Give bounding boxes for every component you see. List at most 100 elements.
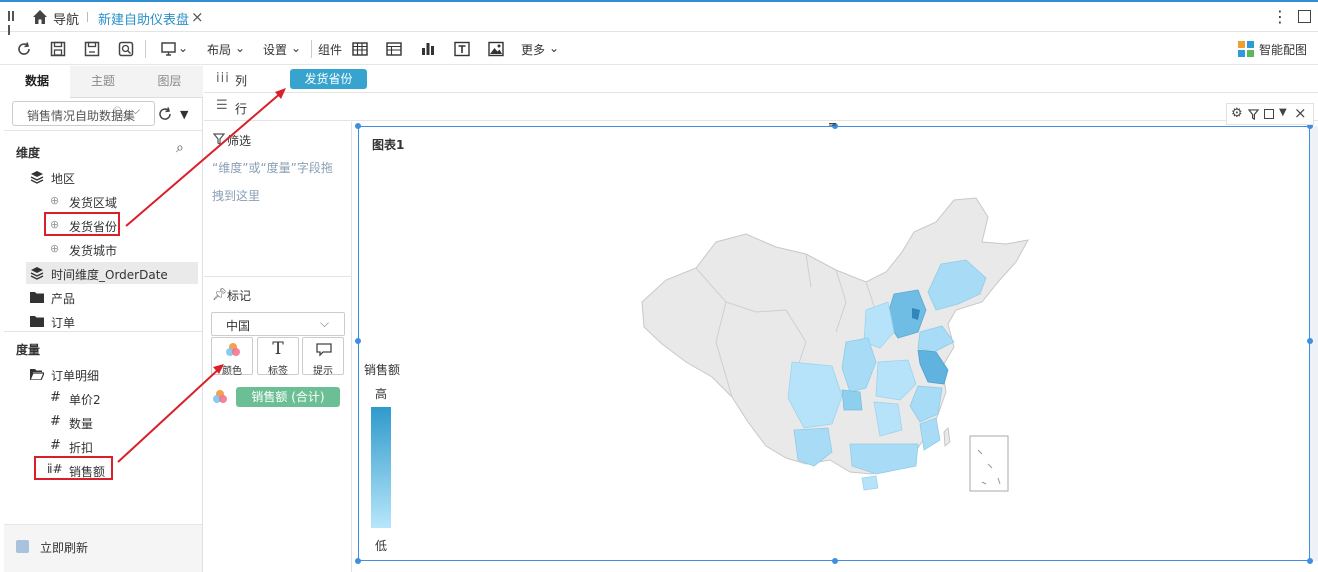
maximize-icon[interactable] <box>1264 109 1274 119</box>
gear-icon[interactable]: ⚙ <box>1231 106 1243 121</box>
measure-header: 度量 <box>16 343 41 357</box>
tree-item-unit-price[interactable]: 单价2 <box>69 391 101 408</box>
color-button-label: 颜色 <box>222 366 242 377</box>
divider <box>4 130 203 131</box>
resize-handle[interactable] <box>355 338 361 344</box>
globe-icon: ⊕ <box>50 218 60 231</box>
tree-item-time-dimension[interactable]: 时间维度_OrderDate <box>51 266 168 283</box>
toolbar-divider <box>311 40 312 58</box>
close-icon[interactable]: × <box>191 8 204 26</box>
nav-tab-label[interactable]: 导航 <box>53 9 79 28</box>
divider <box>204 276 352 277</box>
tooltip-button-label: 提示 <box>313 366 333 377</box>
search-icon[interactable]: ⌕ <box>176 140 184 156</box>
maximize-icon[interactable] <box>1298 10 1311 23</box>
resize-handle[interactable] <box>1307 338 1313 344</box>
rows-icon: ☰ <box>216 98 228 113</box>
columns-label: 列 <box>235 74 248 88</box>
drag-handle-icon[interactable]: ═ <box>829 119 836 130</box>
crosstab-icon[interactable] <box>385 40 403 58</box>
save-as-icon[interactable] <box>83 40 101 58</box>
image-icon[interactable] <box>487 40 505 58</box>
filter-drop-hint[interactable]: “维度”或“度量”字段拖拽到这里 <box>212 154 342 210</box>
chevron-down-icon[interactable]: ⌄ <box>235 41 245 55</box>
refresh-icon[interactable] <box>15 40 33 58</box>
layers-icon <box>30 171 44 184</box>
settings-menu[interactable]: 设置 <box>263 41 287 58</box>
close-icon[interactable]: × <box>1294 104 1307 122</box>
tree-item-quantity[interactable]: 数量 <box>69 415 93 432</box>
tree-item-region[interactable]: 地区 <box>51 170 75 187</box>
more-menu[interactable]: 更多 <box>521 41 545 58</box>
tooltip-icon <box>316 343 332 357</box>
filter-icon <box>213 133 225 145</box>
tab-theme[interactable]: 主题 <box>70 66 136 98</box>
legend-gradient-bar[interactable] <box>371 407 391 528</box>
layout-menu[interactable]: 布局 <box>207 41 231 58</box>
table-icon[interactable] <box>351 40 369 58</box>
chart-title: 图表1 <box>372 138 405 152</box>
smart-chart-icon[interactable] <box>1238 41 1254 57</box>
instant-refresh-checkbox[interactable] <box>16 540 29 553</box>
globe-icon: ⊕ <box>50 242 60 255</box>
data-panel: 数据 主题 图层 销售情况自助数据集 🔍︎ ⌵ ▼ 维度 ⌕ 地区 ⊕ 发货区域… <box>4 66 203 572</box>
component-controls: ⚙ ▼ × <box>1226 103 1314 125</box>
smart-chart-button[interactable]: 智能配图 <box>1259 41 1307 58</box>
toolbar: ⌄ 布局 ⌄ 设置 ⌄ 组件 更多 ⌄ 智能配图 <box>0 33 1318 65</box>
dropdown-arrow-icon[interactable]: ▼ <box>180 108 188 121</box>
resize-handle[interactable] <box>1307 558 1313 564</box>
resize-handle[interactable] <box>832 558 838 564</box>
more-vertical-icon[interactable]: ⋮ <box>1272 7 1288 26</box>
color-icon <box>213 390 227 403</box>
chevron-down-icon[interactable]: ⌄ <box>549 41 559 55</box>
tree-item-sales[interactable]: 销售额 <box>69 463 105 480</box>
tooltip-button[interactable]: 提示 <box>302 337 344 377</box>
tab-new-dashboard[interactable]: 新建自助仪表盘 <box>98 9 189 28</box>
resize-handle[interactable] <box>355 558 361 564</box>
dropdown-arrow-icon[interactable]: ▼ <box>1279 107 1287 118</box>
rows-shelf[interactable] <box>204 93 1318 121</box>
tab-layers[interactable]: 图层 <box>136 66 203 98</box>
chevron-down-icon[interactable]: ⌵ <box>320 316 329 331</box>
color-button[interactable]: 颜色 <box>211 337 253 377</box>
text-box-icon[interactable] <box>453 40 471 58</box>
filter-title: 筛选 <box>227 134 252 148</box>
home-icon[interactable] <box>32 9 48 25</box>
display-icon[interactable] <box>160 40 178 58</box>
resize-handle[interactable] <box>355 123 361 129</box>
divider <box>4 331 203 332</box>
toolbar-divider <box>145 40 146 58</box>
search-icon[interactable]: 🔍︎ <box>112 106 126 119</box>
tree-item-order-detail[interactable]: 订单明细 <box>51 367 99 384</box>
columns-shelf[interactable] <box>204 65 1318 93</box>
tree-item-product[interactable]: 产品 <box>51 290 75 307</box>
south-china-sea-inset <box>969 435 1009 492</box>
tab-divider <box>87 12 88 22</box>
measure-pill-sales-sum[interactable]: 销售额 (合计) <box>236 387 340 407</box>
map-region-base <box>641 197 1029 475</box>
china-map[interactable] <box>636 192 1036 522</box>
tree-item-order[interactable]: 订单 <box>51 314 75 331</box>
map-region-hainan <box>861 475 879 491</box>
dimension-header: 维度 <box>16 146 41 160</box>
tree-item-ship-area[interactable]: 发货区域 <box>69 194 117 211</box>
column-pill-ship-province[interactable]: 发货省份 <box>290 69 367 89</box>
chevron-down-icon[interactable]: ⌵ <box>131 103 140 118</box>
folder-icon <box>30 292 44 303</box>
bar-chart-icon[interactable] <box>419 40 437 58</box>
filter-icon[interactable] <box>1248 109 1259 120</box>
refresh-icon[interactable] <box>157 106 173 122</box>
chevron-down-icon[interactable]: ⌄ <box>178 41 188 55</box>
tree-item-ship-province[interactable]: 发货省份 <box>69 218 117 235</box>
tab-data[interactable]: 数据 <box>4 66 70 98</box>
label-button[interactable]: T 标签 <box>257 337 299 377</box>
chevron-down-icon[interactable]: ⌄ <box>291 41 301 55</box>
tree-item-discount[interactable]: 折扣 <box>69 439 93 456</box>
preview-icon[interactable] <box>117 40 135 58</box>
tree-item-ship-city[interactable]: 发货城市 <box>69 242 117 259</box>
menu-grip-icon[interactable] <box>8 10 18 35</box>
legend-high-label: 高 <box>375 387 388 401</box>
tab-bar: 导航 新建自助仪表盘 × ⋮ <box>0 2 1318 35</box>
components-label: 组件 <box>318 43 343 57</box>
save-icon[interactable] <box>49 40 67 58</box>
